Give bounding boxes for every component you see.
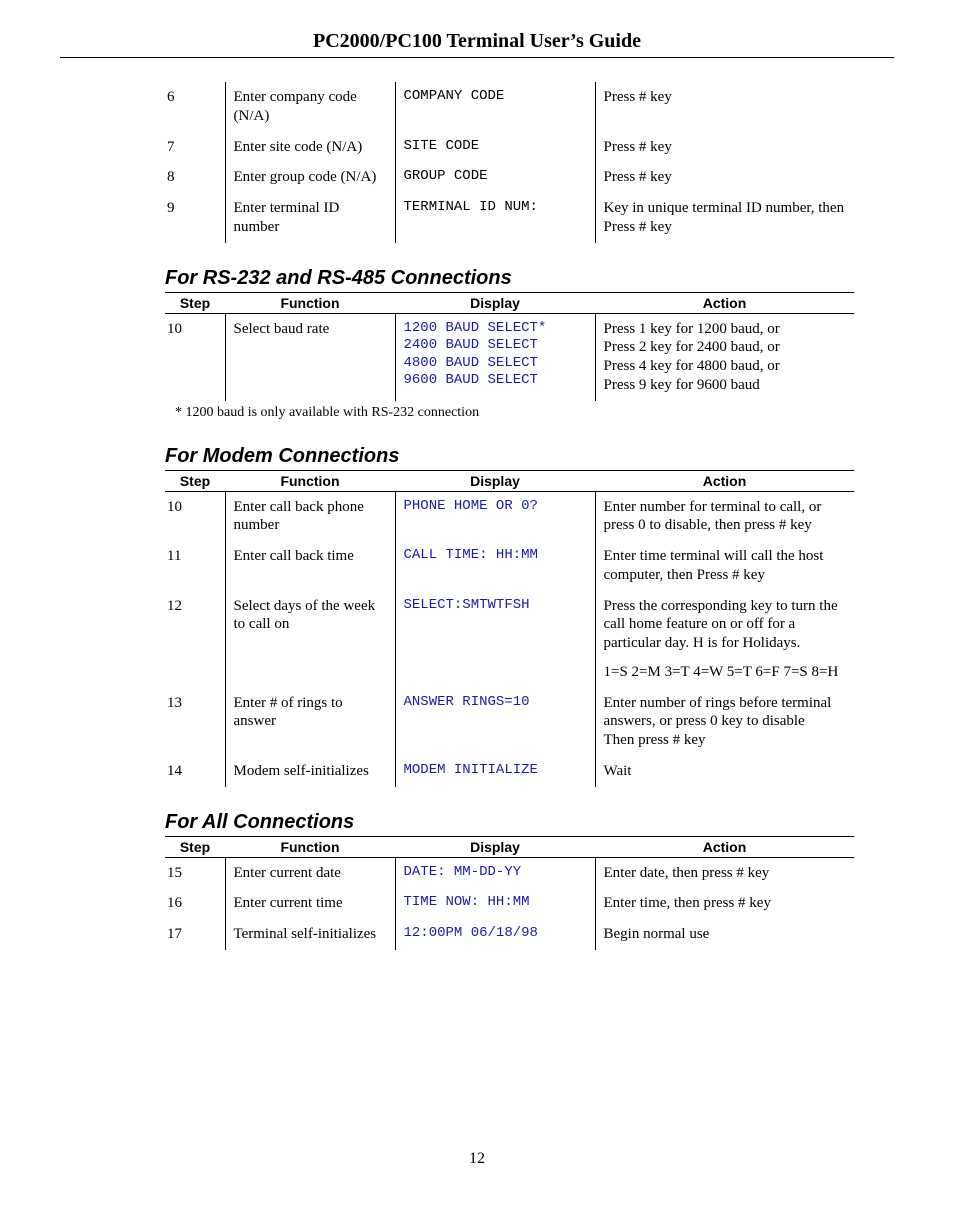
table-row: 7 Enter site code (N/A) SITE CODE Press … <box>165 132 854 163</box>
function-cell: Enter # of rings to answer <box>225 688 395 756</box>
action-cell: Enter date, then press # key <box>595 857 854 888</box>
function-cell: Enter call back time <box>225 541 395 591</box>
step-cell: 10 <box>165 313 225 401</box>
col-step: Step <box>165 470 225 491</box>
col-func: Function <box>225 470 395 491</box>
step-cell: 9 <box>165 193 225 243</box>
col-func: Function <box>225 836 395 857</box>
action-cell: Press # key <box>595 162 854 193</box>
step-cell: 14 <box>165 756 225 787</box>
display-cell: TERMINAL ID NUM: <box>395 193 595 243</box>
function-cell: Enter site code (N/A) <box>225 132 395 163</box>
action-cell: Enter number of rings before terminal an… <box>595 688 854 756</box>
table-row: 17 Terminal self-initializes 12:00PM 06/… <box>165 919 854 950</box>
all-heading: For All Connections <box>60 811 894 834</box>
table-row: 11 Enter call back time CALL TIME: HH:MM… <box>165 541 854 591</box>
action-cell: Enter number for terminal to call, or pr… <box>595 491 854 541</box>
col-action: Action <box>595 470 854 491</box>
col-disp: Display <box>395 836 595 857</box>
action-cell: Key in unique terminal ID number, then P… <box>595 193 854 243</box>
step-cell: 8 <box>165 162 225 193</box>
step-cell: 10 <box>165 491 225 541</box>
function-cell: Modem self-initializes <box>225 756 395 787</box>
col-step: Step <box>165 292 225 313</box>
action-cell: Wait <box>595 756 854 787</box>
display-cell: GROUP CODE <box>395 162 595 193</box>
display-cell: 12:00PM 06/18/98 <box>395 919 595 950</box>
table-row: 14 Modem self-initializes MODEM INITIALI… <box>165 756 854 787</box>
table-row: 13 Enter # of rings to answer ANSWER RIN… <box>165 688 854 756</box>
display-cell: TIME NOW: HH:MM <box>395 888 595 919</box>
table-row: 9 Enter terminal ID number TERMINAL ID N… <box>165 193 854 243</box>
step-cell: 7 <box>165 132 225 163</box>
action-cell: Press # key <box>595 132 854 163</box>
function-cell: Enter call back phone number <box>225 491 395 541</box>
table-row: 10 Select baud rate 1200 BAUD SELECT* 24… <box>165 313 854 401</box>
display-cell: COMPANY CODE <box>395 82 595 132</box>
display-cell: ANSWER RINGS=10 <box>395 688 595 756</box>
step-cell: 6 <box>165 82 225 132</box>
function-cell: Enter current time <box>225 888 395 919</box>
rs-table: Step Function Display Action 10 Select b… <box>165 292 854 401</box>
display-cell: MODEM INITIALIZE <box>395 756 595 787</box>
action-part-a: Press the corresponding key to turn the … <box>604 598 838 652</box>
step-cell: 12 <box>165 591 225 688</box>
display-cell: PHONE HOME OR 0? <box>395 491 595 541</box>
table-row: 6 Enter company code (N/A) COMPANY CODE … <box>165 82 854 132</box>
action-cell: Press # key <box>595 82 854 132</box>
col-action: Action <box>595 836 854 857</box>
display-cell: 1200 BAUD SELECT* 2400 BAUD SELECT 4800 … <box>395 313 595 401</box>
col-disp: Display <box>395 292 595 313</box>
modem-table: Step Function Display Action 10 Enter ca… <box>165 470 854 787</box>
display-cell: SELECT:SMTWTFSH <box>395 591 595 688</box>
function-cell: Select days of the week to call on <box>225 591 395 688</box>
rs-footnote: * 1200 baud is only available with RS-23… <box>60 405 894 421</box>
function-cell: Enter terminal ID number <box>225 193 395 243</box>
col-step: Step <box>165 836 225 857</box>
display-cell: DATE: MM-DD-YY <box>395 857 595 888</box>
display-cell: SITE CODE <box>395 132 595 163</box>
table-row: 15 Enter current date DATE: MM-DD-YY Ent… <box>165 857 854 888</box>
action-cell: Enter time, then press # key <box>595 888 854 919</box>
action-cell: Press the corresponding key to turn the … <box>595 591 854 688</box>
col-action: Action <box>595 292 854 313</box>
modem-heading: For Modem Connections <box>60 445 894 468</box>
action-cell: Enter time terminal will call the host c… <box>595 541 854 591</box>
col-func: Function <box>225 292 395 313</box>
function-cell: Enter company code (N/A) <box>225 82 395 132</box>
table-row: 16 Enter current time TIME NOW: HH:MM En… <box>165 888 854 919</box>
page-title: PC2000/PC100 Terminal User’s Guide <box>60 30 894 58</box>
col-disp: Display <box>395 470 595 491</box>
step-cell: 16 <box>165 888 225 919</box>
rs-heading: For RS-232 and RS-485 Connections <box>60 267 894 290</box>
step-cell: 13 <box>165 688 225 756</box>
table-row: 12 Select days of the week to call on SE… <box>165 591 854 688</box>
function-cell: Enter group code (N/A) <box>225 162 395 193</box>
function-cell: Terminal self-initializes <box>225 919 395 950</box>
table-row: 10 Enter call back phone number PHONE HO… <box>165 491 854 541</box>
display-cell: CALL TIME: HH:MM <box>395 541 595 591</box>
step-cell: 11 <box>165 541 225 591</box>
action-cell: Begin normal use <box>595 919 854 950</box>
action-cell: Press 1 key for 1200 baud, or Press 2 ke… <box>595 313 854 401</box>
function-cell: Enter current date <box>225 857 395 888</box>
all-table: Step Function Display Action 15 Enter cu… <box>165 836 854 950</box>
function-cell: Select baud rate <box>225 313 395 401</box>
top-continuation-table: 6 Enter company code (N/A) COMPANY CODE … <box>165 82 854 243</box>
action-part-b: 1=S 2=M 3=T 4=W 5=T 6=F 7=S 8=H <box>604 664 839 680</box>
step-cell: 15 <box>165 857 225 888</box>
table-row: 8 Enter group code (N/A) GROUP CODE Pres… <box>165 162 854 193</box>
step-cell: 17 <box>165 919 225 950</box>
